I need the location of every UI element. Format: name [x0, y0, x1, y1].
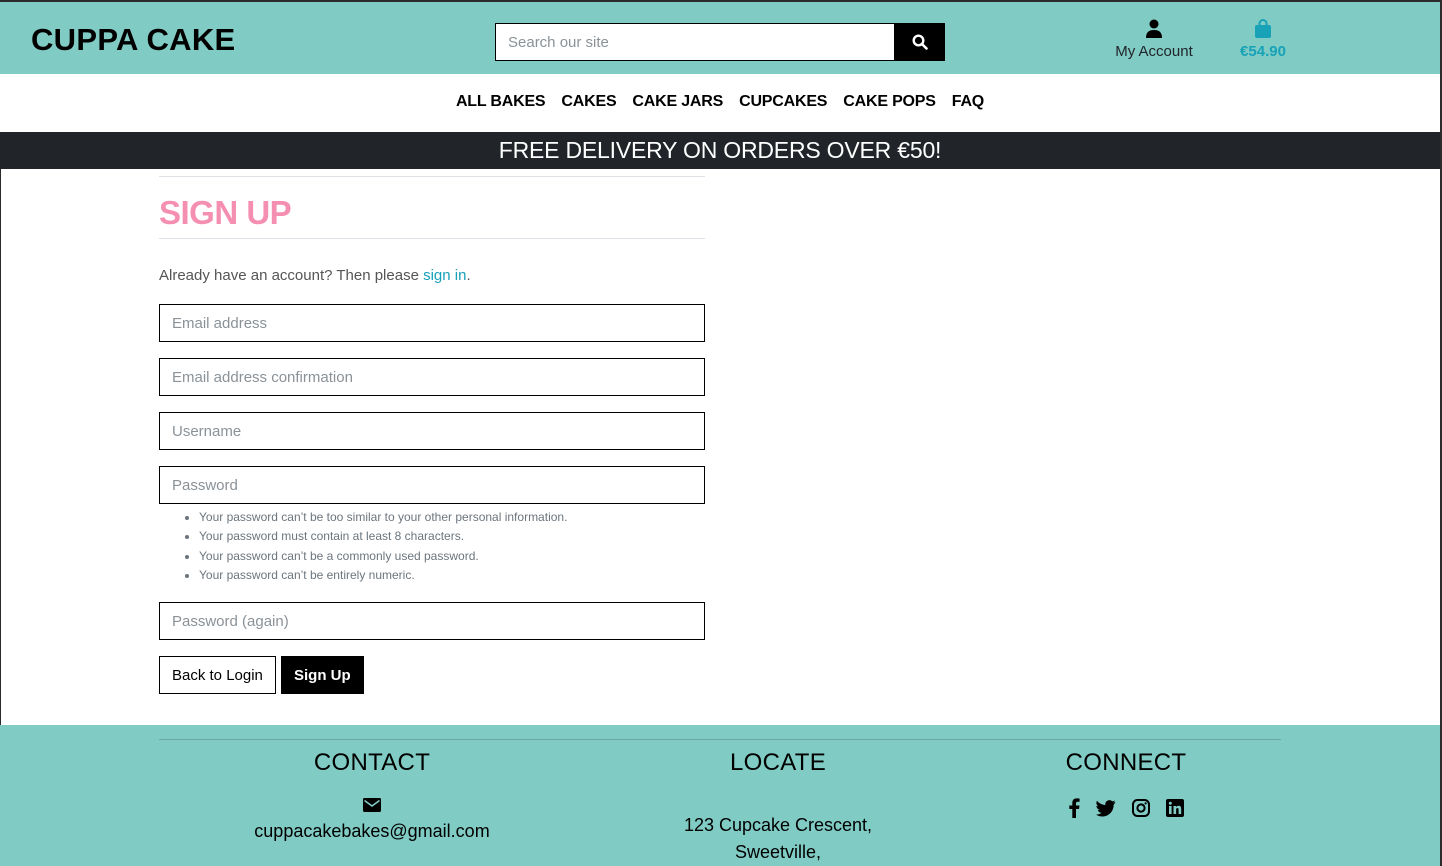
brand-logo[interactable]: CUPPA CAKE [31, 22, 236, 58]
main-navigation: ALL BAKES CAKES CAKE JARS CUPCAKES CAKE … [0, 74, 1440, 132]
facebook-icon[interactable] [1068, 798, 1080, 818]
address-line-1: 123 Cupcake Crescent, [683, 815, 873, 835]
nav-faq[interactable]: FAQ [952, 93, 984, 111]
signin-prompt: Already have an account? Then please sig… [159, 267, 705, 284]
linkedin-icon[interactable] [1166, 799, 1184, 817]
password-help-item: Your password must contain at least 8 ch… [199, 527, 705, 546]
signin-prompt-end: . [466, 267, 471, 284]
instagram-icon[interactable] [1132, 799, 1150, 817]
locate-heading: LOCATE [729, 749, 827, 776]
signin-link[interactable]: sign in [423, 267, 466, 284]
back-to-login-button[interactable]: Back to Login [159, 656, 276, 695]
password-help-item: Your password can’t be a commonly used p… [199, 547, 705, 566]
divider [159, 238, 705, 239]
delivery-banner: FREE DELIVERY ON ORDERS OVER €50! [0, 132, 1440, 169]
my-account-link[interactable]: My Account [1106, 19, 1202, 60]
nav-cupcakes[interactable]: CUPCAKES [739, 93, 827, 111]
password-again-field[interactable] [159, 602, 705, 641]
password-help-item: Your password can’t be too similar to yo… [199, 508, 705, 527]
nav-cake-jars[interactable]: CAKE JARS [632, 93, 723, 111]
footer-contact: CONTACT cuppacakebakes@gmail.com [159, 749, 585, 842]
form-actions: Back to Login Sign Up [159, 656, 705, 695]
shopping-bag-icon [1255, 19, 1271, 38]
password-help-list: Your password can’t be too similar to yo… [159, 508, 705, 585]
sign-up-button[interactable]: Sign Up [281, 656, 364, 695]
footer-divider [159, 739, 1281, 740]
envelope-icon [363, 798, 381, 812]
social-links [971, 798, 1281, 818]
email-confirm-field[interactable] [159, 358, 705, 396]
search-icon [912, 34, 928, 50]
twitter-icon[interactable] [1096, 799, 1116, 817]
search-button[interactable] [895, 23, 945, 61]
top-header: CUPPA CAKE My Account €54.90 [0, 2, 1440, 74]
signin-prompt-text: Already have an account? Then please [159, 267, 424, 284]
user-icon [1146, 19, 1162, 38]
contact-email[interactable]: cuppacakebakes@gmail.com [159, 821, 585, 842]
page-title: SIGN UP [159, 194, 292, 231]
shopping-bag-link[interactable]: €54.90 [1230, 19, 1296, 60]
password-help-item: Your password can’t be entirely numeric. [199, 566, 705, 585]
connect-heading: CONNECT [1065, 749, 1187, 776]
my-account-label: My Account [1115, 43, 1193, 60]
site-footer: CONTACT cuppacakebakes@gmail.com LOCATE … [0, 725, 1440, 866]
email-field[interactable] [159, 304, 705, 342]
contact-heading: CONTACT [313, 749, 431, 776]
password-field[interactable] [159, 466, 705, 504]
footer-locate: LOCATE 123 Cupcake Crescent, Sweetville, [585, 749, 971, 863]
address-line-2: Sweetville, [734, 842, 822, 862]
nav-cake-pops[interactable]: CAKE POPS [843, 93, 936, 111]
nav-all-bakes[interactable]: ALL BAKES [456, 93, 546, 111]
bag-total: €54.90 [1240, 43, 1286, 60]
username-field[interactable] [159, 412, 705, 450]
footer-connect: CONNECT [971, 749, 1281, 818]
nav-cakes[interactable]: CAKES [561, 93, 616, 111]
search-form [495, 23, 945, 61]
search-input[interactable] [495, 23, 895, 61]
signup-section: SIGN UP Already have an account? Then pl… [159, 176, 705, 695]
